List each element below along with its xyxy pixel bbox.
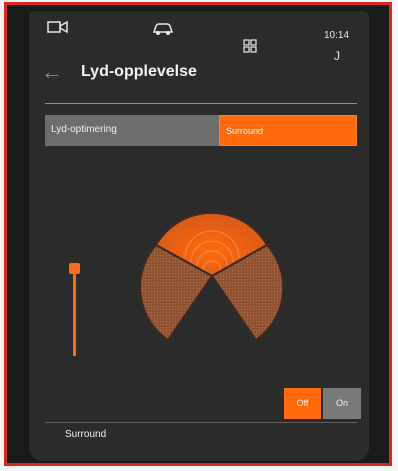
time-text: 10:14 [324, 30, 350, 41]
volume-slider-handle[interactable] [69, 263, 80, 274]
surround-sound-visualization [139, 211, 285, 342]
bottom-divider [45, 422, 357, 423]
camera-icon[interactable] [47, 19, 69, 40]
volume-slider-track[interactable] [73, 266, 76, 356]
surround-on-button[interactable]: On [323, 388, 361, 419]
status-bar: 10:14 J [29, 11, 369, 63]
car-icon[interactable] [151, 21, 175, 42]
surround-off-button[interactable]: Off [284, 388, 321, 419]
page-title: Lyd-opplevelse [81, 63, 197, 80]
sound-optimization-value-button[interactable]: Surround [219, 115, 357, 146]
header-divider [45, 103, 357, 104]
device-frame: 10:14 J ← Lyd-opplevelse Lyd-optimering … [4, 2, 392, 466]
arrow-left-icon[interactable]: ← [41, 61, 63, 83]
sound-optimization-label: Lyd-optimering [51, 124, 117, 135]
screen: 10:14 J ← Lyd-opplevelse Lyd-optimering … [29, 11, 369, 461]
surround-label: Surround [65, 429, 107, 440]
page-header: ← Lyd-opplevelse [29, 53, 369, 93]
